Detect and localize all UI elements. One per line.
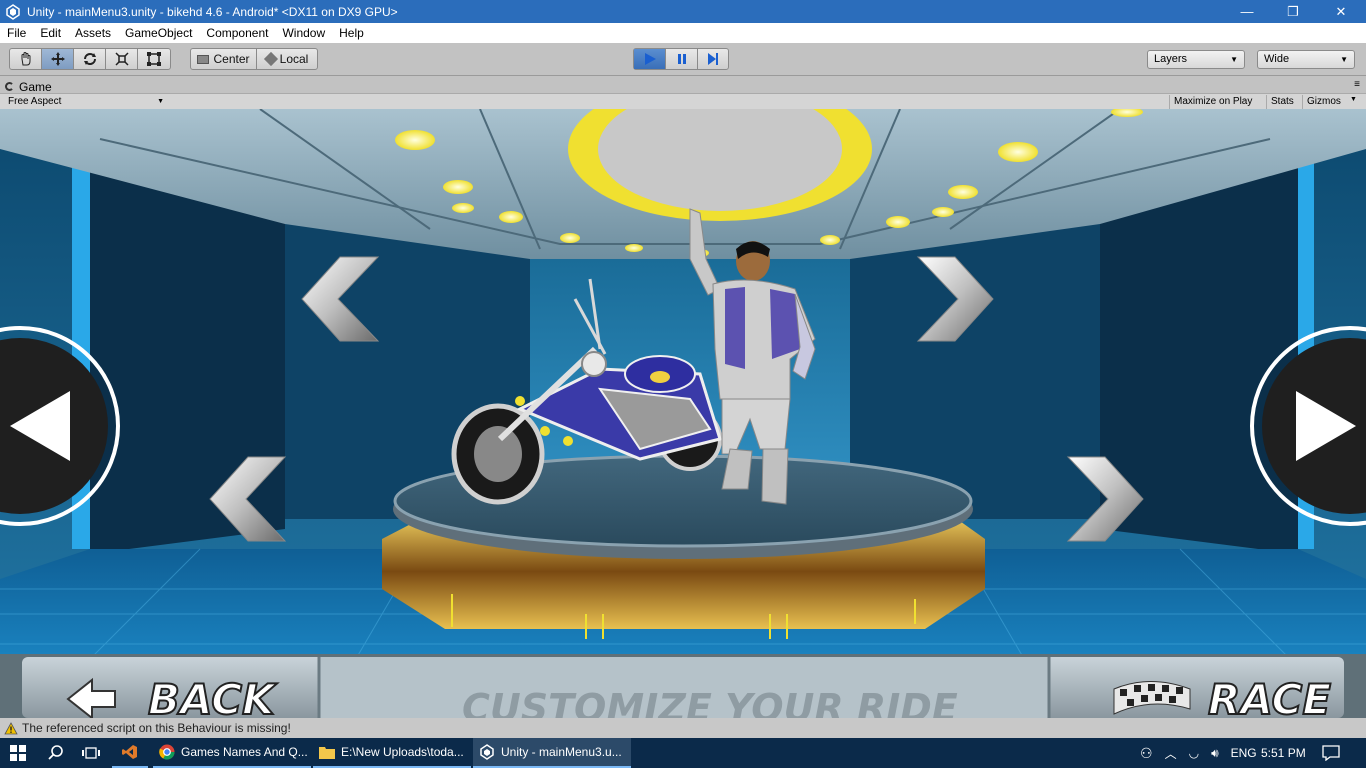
game-tab-label: Game (19, 79, 52, 94)
scale-tool-button[interactable] (106, 49, 138, 69)
search-icon (48, 745, 63, 760)
maximize-on-play-toggle[interactable]: Maximize on Play (1169, 95, 1256, 109)
back-label: BACK (148, 675, 278, 718)
status-message: The referenced script on this Behaviour … (22, 721, 291, 735)
visual-studio-taskbar-button[interactable] (112, 738, 148, 768)
game-view: BACK CUSTOMIZE YOUR RIDE RACE (0, 109, 1366, 718)
pivot-center-label: Center (213, 52, 250, 66)
game-tab[interactable]: Game (5, 79, 52, 94)
dropdown-caret-icon: ▼ (157, 98, 164, 105)
transform-tools (9, 48, 171, 70)
visual-studio-icon (122, 745, 137, 759)
layout-dropdown[interactable]: Wide ▼ (1257, 50, 1355, 69)
menu-edit[interactable]: Edit (33, 23, 68, 43)
game-scene: BACK CUSTOMIZE YOUR RIDE RACE (0, 109, 1366, 718)
unity-taskbar-button[interactable]: Unity - mainMenu3.u... (473, 738, 631, 768)
search-button[interactable] (40, 738, 72, 768)
pause-button[interactable] (666, 49, 698, 69)
layers-dropdown[interactable]: Layers ▼ (1147, 50, 1245, 69)
rect-tool-button[interactable] (138, 49, 170, 69)
dropdown-caret-icon: ▼ (1230, 55, 1238, 64)
move-tool-button[interactable] (42, 49, 74, 69)
wifi-icon[interactable]: ◡ (1189, 746, 1199, 760)
pivot-toggles: Center Local (190, 48, 318, 70)
menu-file[interactable]: File (0, 23, 33, 43)
hand-tool-button[interactable] (10, 49, 42, 69)
menu-bar: File Edit Assets GameObject Component Wi… (0, 23, 1366, 43)
close-button[interactable]: ✕ (1316, 0, 1366, 23)
chrome-icon (159, 744, 175, 760)
warning-icon (4, 721, 18, 734)
language-indicator[interactable]: ENG (1231, 746, 1257, 760)
menu-component[interactable]: Component (199, 23, 275, 43)
step-forward-icon (708, 53, 718, 65)
center-pivot-icon (197, 54, 210, 64)
chrome-task-label: Games Names And Q... (181, 745, 308, 759)
game-panel-header: Game ≡ Free Aspect ▼ Maximize on Play St… (0, 76, 1366, 109)
unity-logo-icon (6, 3, 20, 20)
window-titlebar: Unity - mainMenu3.unity - bikehd 4.6 - A… (0, 0, 1366, 23)
folder-icon (319, 747, 335, 759)
window-title: Unity - mainMenu3.unity - bikehd 4.6 - A… (27, 4, 398, 19)
chevron-up-icon[interactable]: ︿ (1165, 745, 1177, 762)
gizmos-dropdown[interactable]: Gizmos (1302, 95, 1345, 109)
aspect-label: Free Aspect (8, 96, 62, 107)
space-local-button[interactable]: Local (257, 49, 317, 69)
console-status-bar[interactable]: The referenced script on this Behaviour … (0, 718, 1366, 738)
explorer-taskbar-button[interactable]: E:\New Uploads\toda... (313, 738, 471, 768)
rotate-icon (83, 53, 96, 65)
stats-toggle[interactable]: Stats (1266, 95, 1298, 109)
pause-icon (677, 54, 686, 64)
system-tray: ⚇ ︿ ◡ 🔊︎ ENG (1140, 738, 1257, 768)
layout-label: Wide (1264, 53, 1290, 65)
task-view-icon (82, 747, 100, 759)
dropdown-caret-icon: ▼ (1350, 96, 1357, 103)
step-button[interactable] (698, 49, 728, 69)
main-toolbar: Center Local Layers ▼ Wide ▼ (0, 43, 1366, 76)
chrome-taskbar-button[interactable]: Games Names And Q... (153, 738, 311, 768)
unity-task-label: Unity - mainMenu3.u... (501, 745, 622, 759)
minimize-button[interactable]: — (1224, 0, 1270, 23)
windows-logo-icon (10, 745, 26, 761)
move-arrows-icon (50, 52, 65, 66)
play-button[interactable] (634, 49, 666, 69)
pivot-center-button[interactable]: Center (191, 49, 257, 69)
rotate-tool-button[interactable] (74, 49, 106, 69)
maximize-button[interactable]: ❐ (1270, 0, 1316, 23)
unity-logo-icon (480, 744, 494, 760)
aspect-dropdown[interactable]: Free Aspect ▼ (8, 95, 166, 109)
task-view-button[interactable] (76, 738, 108, 768)
windows-taskbar: Games Names And Q... E:\New Uploads\toda… (0, 738, 1366, 768)
game-view-controls: Free Aspect ▼ Maximize on Play Stats Giz… (0, 93, 1366, 109)
menu-gameobject[interactable]: GameObject (118, 23, 199, 43)
hand-icon (21, 52, 30, 66)
clock[interactable]: 5:51 PM (1261, 738, 1306, 768)
scale-icon (114, 52, 129, 66)
menu-assets[interactable]: Assets (68, 23, 118, 43)
space-local-label: Local (279, 52, 309, 66)
local-cube-icon (263, 51, 278, 67)
rect-transform-icon (147, 52, 161, 66)
panel-menu-icon[interactable]: ≡ (1354, 79, 1360, 90)
play-icon (644, 53, 656, 65)
playback-controls (633, 48, 729, 70)
explorer-task-label: E:\New Uploads\toda... (341, 745, 464, 759)
menu-window[interactable]: Window (275, 23, 332, 43)
customize-title: CUSTOMIZE YOUR RIDE (462, 686, 958, 718)
start-button[interactable] (0, 738, 36, 768)
game-view-icon (5, 82, 14, 91)
layers-label: Layers (1154, 53, 1188, 65)
volume-icon[interactable]: 🔊︎ (1211, 746, 1219, 761)
people-icon[interactable]: ⚇ (1140, 745, 1153, 762)
dropdown-caret-icon: ▼ (1340, 55, 1348, 64)
menu-help[interactable]: Help (332, 23, 371, 43)
notification-icon[interactable] (1322, 738, 1340, 768)
race-label: RACE (1208, 675, 1331, 718)
